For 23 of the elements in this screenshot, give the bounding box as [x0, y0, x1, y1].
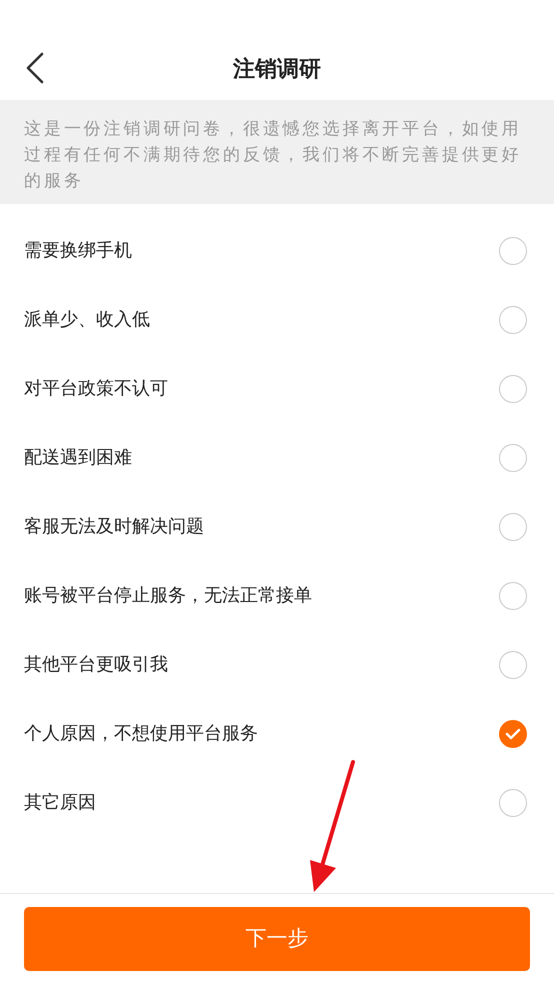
check-icon — [505, 728, 521, 740]
radio-button[interactable] — [499, 444, 527, 472]
page-title: 注销调研 — [232, 56, 322, 84]
option-label: 账号被平台停止服务，无法正常接单 — [24, 584, 312, 608]
radio-button[interactable] — [499, 720, 527, 748]
option-label: 其它原因 — [24, 791, 96, 815]
option-label: 派单少、收入低 — [24, 308, 150, 332]
radio-button[interactable] — [499, 788, 527, 816]
next-button[interactable]: 下一步 — [24, 907, 530, 971]
option-label: 对平台政策不认可 — [24, 377, 168, 401]
option-label: 客服无法及时解决问题 — [24, 515, 204, 539]
option-label: 配送遇到困难 — [24, 446, 132, 470]
radio-button[interactable] — [499, 650, 527, 678]
radio-button[interactable] — [499, 374, 527, 402]
radio-button[interactable] — [499, 306, 527, 334]
radio-button[interactable] — [499, 236, 527, 264]
back-icon — [25, 52, 45, 84]
option-label: 个人原因，不想使用平台服务 — [24, 722, 258, 746]
radio-button[interactable] — [499, 582, 527, 610]
option-label: 需要换绑手机 — [24, 239, 132, 263]
option-label: 其他平台更吸引我 — [24, 653, 168, 677]
radio-button[interactable] — [499, 512, 527, 540]
survey-intro: 这是一份注销调研问卷，很遗憾您选择离开平台，如使用过程有任何不满期待您的反馈，我们将不断完善提供更好的服务 — [0, 100, 554, 204]
